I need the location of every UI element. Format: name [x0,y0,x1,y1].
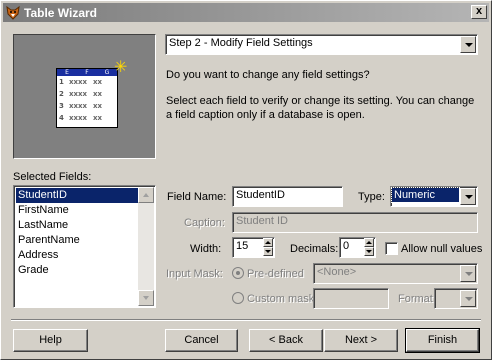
back-button[interactable]: < Back [249,329,323,352]
mini-cell: xx [93,114,103,122]
table-wizard-window: Table Wizard x E F G 1 xxxx xx 2 xxxx xx 3 xx… [0,0,492,360]
mini-row: 2 xxxx xx [57,88,117,100]
mini-row-number: 3 [59,102,64,110]
mini-column: F [85,69,89,76]
allow-null-label: Allow null values [401,243,483,255]
width-label: Width: [190,243,222,255]
chevron-down-icon[interactable] [460,265,476,282]
mini-cell: xx [93,102,103,110]
window-title: Table Wizard [24,5,98,20]
field-name-label: Field Name: [167,191,227,203]
title-bar: Table Wizard x [3,3,489,22]
spin-up-icon[interactable] [263,238,273,247]
custom-mask-input[interactable] [313,288,389,309]
caption-input[interactable]: Student ID [232,212,478,233]
question-text: Do you want to change any field settings… [166,69,370,81]
mini-column: E [65,69,69,76]
mini-row-number: 2 [59,90,64,98]
decimals-stepper[interactable]: 0 [339,237,376,258]
chevron-down-icon[interactable] [460,290,476,307]
list-item[interactable]: LastName [16,218,138,233]
chevron-down-icon[interactable] [460,188,476,205]
sparkle-icon: ✳ [114,59,128,76]
list-scrollbar[interactable] [138,187,154,306]
fox-icon [5,5,21,21]
finish-button[interactable]: Finish [405,328,480,353]
type-select-value: Numeric [391,187,460,203]
mini-cell: xxxx [69,90,88,98]
field-name-input[interactable]: StudentID [232,186,343,207]
predefined-radio[interactable] [232,267,244,279]
allow-null-checkbox[interactable] [385,242,398,255]
decimals-spin[interactable] [364,238,374,257]
mini-table-header: E F G [57,69,117,76]
width-value: 15 [236,240,249,252]
instruction-text: Select each field to verify or change it… [166,95,475,121]
list-item[interactable]: Grade [16,263,138,278]
mini-cell: xx [93,90,103,98]
type-select[interactable]: Numeric [390,186,478,207]
spin-up-icon[interactable] [364,238,374,247]
mini-row: 3 xxxx xx [57,100,117,112]
divider [11,319,481,321]
mini-cell: xxxx [69,78,88,86]
decimals-label: Decimals: [290,243,339,255]
predefined-mask-select[interactable]: <None> [313,263,478,284]
predefined-mask-value: <None> [317,266,357,278]
list-item[interactable]: FirstName [16,203,138,218]
mini-cell: xxxx [69,114,88,122]
width-spin[interactable] [263,238,273,257]
mini-cell: xxxx [69,102,88,110]
table-preview-icon: E F G 1 xxxx xx 2 xxxx xx 3 xxxx xx 4 xxxx xx ✳ [13,34,156,159]
scroll-up-icon[interactable] [138,187,154,203]
list-item[interactable]: Address [16,248,138,263]
custom-mask-radio[interactable] [232,292,244,304]
format-label: Format: [398,293,436,305]
selected-fields-list[interactable]: StudentID FirstName LastName ParentName … [13,185,156,308]
mini-row: 1 xxxx xx [57,76,117,88]
chevron-down-icon[interactable] [460,36,476,53]
format-select[interactable] [434,288,478,309]
custom-mask-label: Custom mask [247,293,315,305]
close-button[interactable]: x [471,5,487,19]
mini-cell: xx [93,78,103,86]
step-select[interactable]: Step 2 - Modify Field Settings [165,34,478,55]
input-mask-label: Input Mask: [166,268,223,280]
spin-down-icon[interactable] [364,247,374,256]
decimals-value: 0 [343,240,350,252]
mini-row-number: 4 [59,114,64,122]
step-select-value: Step 2 - Modify Field Settings [169,37,313,49]
mini-row-number: 1 [59,78,64,86]
selected-fields-label: Selected Fields: [13,171,92,183]
mini-table: E F G 1 xxxx xx 2 xxxx xx 3 xxxx xx 4 xxxx xx [56,68,118,128]
help-button[interactable]: Help [13,329,88,352]
spin-down-icon[interactable] [263,247,273,256]
caption-label: Caption: [184,217,225,229]
scroll-down-icon[interactable] [138,290,154,306]
mini-row: 4 xxxx xx [57,112,117,124]
next-button[interactable]: Next > [324,329,398,352]
list-item[interactable]: StudentID [16,188,138,203]
list-item[interactable]: ParentName [16,233,138,248]
width-stepper[interactable]: 15 [232,237,275,258]
cancel-button[interactable]: Cancel [165,329,238,352]
type-label: Type: [358,191,385,203]
predefined-label: Pre-defined [247,268,304,280]
